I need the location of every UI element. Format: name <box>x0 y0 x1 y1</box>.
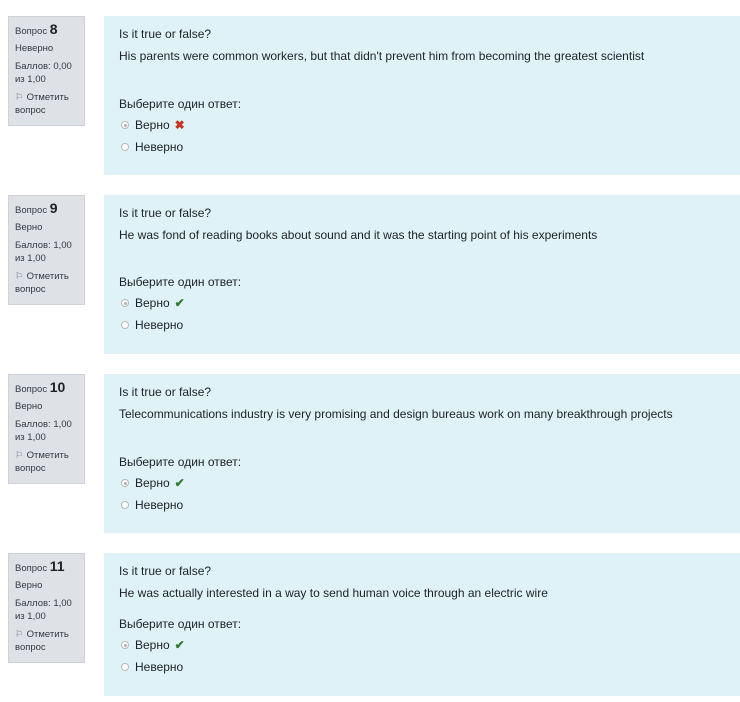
flag-question-link[interactable]: ⚐ Отметить вопрос <box>15 270 78 296</box>
incorrect-icon: ✖ <box>174 118 185 132</box>
radio-button[interactable] <box>121 501 129 509</box>
flag-question-link[interactable]: ⚐ Отметить вопрос <box>15 91 78 117</box>
answer-option[interactable]: Неверно <box>119 136 725 158</box>
question-text-line: Is it true or false? <box>119 564 212 578</box>
question-text-line: Telecommunications industry is very prom… <box>119 407 673 421</box>
question-text-line: He was actually interested in a way to s… <box>119 586 548 600</box>
question-state: Неверно <box>15 43 54 54</box>
question-number: Вопрос 11 <box>15 558 65 574</box>
answer-option[interactable]: Верно ✔ <box>119 634 725 656</box>
question-grade: Баллов: 1,00 из 1,00 <box>15 419 72 443</box>
answer-label: Неверно <box>135 660 184 674</box>
answer-label: Неверно <box>135 140 184 154</box>
answer-prompt: Выберите один ответ: <box>119 97 242 111</box>
question-content: Is it true or false? His parents were co… <box>104 16 740 175</box>
question-text: Is it true or false? He was actually int… <box>119 563 725 601</box>
question-grade: Баллов: 1,00 из 1,00 <box>15 598 72 622</box>
answer-prompt: Выберите один ответ: <box>119 275 242 289</box>
question-info: Вопрос 10 Верно Баллов: 1,00 из 1,00 ⚐ О… <box>8 374 85 484</box>
radio-button[interactable] <box>121 143 129 151</box>
flag-icon: ⚐ <box>15 629 24 639</box>
question-state: Верно <box>15 401 43 412</box>
flag-icon: ⚐ <box>15 271 24 281</box>
question-content: Is it true or false? He was fond of read… <box>104 195 740 354</box>
answer-option[interactable]: Верно ✔ <box>119 472 725 494</box>
answer-label: Верно <box>135 118 170 132</box>
flag-icon: ⚐ <box>15 450 24 460</box>
question-text-line: Is it true or false? <box>119 27 212 41</box>
correct-icon: ✔ <box>174 296 185 310</box>
radio-button[interactable] <box>121 121 129 129</box>
question-text-line: He was fond of reading books about sound… <box>119 228 598 242</box>
question-info: Вопрос 11 Верно Баллов: 1,00 из 1,00 ⚐ О… <box>8 553 85 663</box>
answer-option[interactable]: Неверно <box>119 494 725 516</box>
question-text: Is it true or false? He was fond of read… <box>119 205 725 243</box>
question-text-line: Is it true or false? <box>119 206 212 220</box>
question-text-line: Is it true or false? <box>119 385 212 399</box>
flag-question-link[interactable]: ⚐ Отметить вопрос <box>15 628 78 654</box>
answer-prompt: Выберите один ответ: <box>119 617 242 631</box>
radio-button[interactable] <box>121 663 129 671</box>
radio-button[interactable] <box>121 321 129 329</box>
answer-option[interactable]: Верно ✖ <box>119 114 725 136</box>
answer-label: Неверно <box>135 318 184 332</box>
question-grade: Баллов: 0,00 из 1,00 <box>15 61 72 85</box>
answer-option[interactable]: Неверно <box>119 314 725 336</box>
answer-label: Верно <box>135 638 170 652</box>
question-content: Is it true or false? He was actually int… <box>104 553 740 696</box>
answer-prompt: Выберите один ответ: <box>119 455 242 469</box>
radio-button[interactable] <box>121 641 129 649</box>
question-state: Верно <box>15 222 43 233</box>
radio-button[interactable] <box>121 299 129 307</box>
question-text: Is it true or false? His parents were co… <box>119 26 725 64</box>
question-grade: Баллов: 1,00 из 1,00 <box>15 240 72 264</box>
answer-label: Верно <box>135 476 170 490</box>
correct-icon: ✔ <box>174 476 185 490</box>
answer-option[interactable]: Верно ✔ <box>119 292 725 314</box>
flag-icon: ⚐ <box>15 92 24 102</box>
answer-label: Верно <box>135 296 170 310</box>
radio-button[interactable] <box>121 479 129 487</box>
question-number: Вопрос 8 <box>15 21 58 37</box>
question-content: Is it true or false? Telecommunications … <box>104 374 740 533</box>
question-state: Верно <box>15 580 43 591</box>
question-text: Is it true or false? Telecommunications … <box>119 384 725 422</box>
question-number: Вопрос 9 <box>15 200 58 216</box>
question-info: Вопрос 8 Неверно Баллов: 0,00 из 1,00 ⚐ … <box>8 16 85 126</box>
correct-icon: ✔ <box>174 638 185 652</box>
question-info: Вопрос 9 Верно Баллов: 1,00 из 1,00 ⚐ От… <box>8 195 85 305</box>
answer-option[interactable]: Неверно <box>119 656 725 678</box>
question-text-line: His parents were common workers, but tha… <box>119 49 645 63</box>
flag-question-link[interactable]: ⚐ Отметить вопрос <box>15 449 78 475</box>
question-number: Вопрос 10 <box>15 379 66 395</box>
answer-label: Неверно <box>135 498 184 512</box>
